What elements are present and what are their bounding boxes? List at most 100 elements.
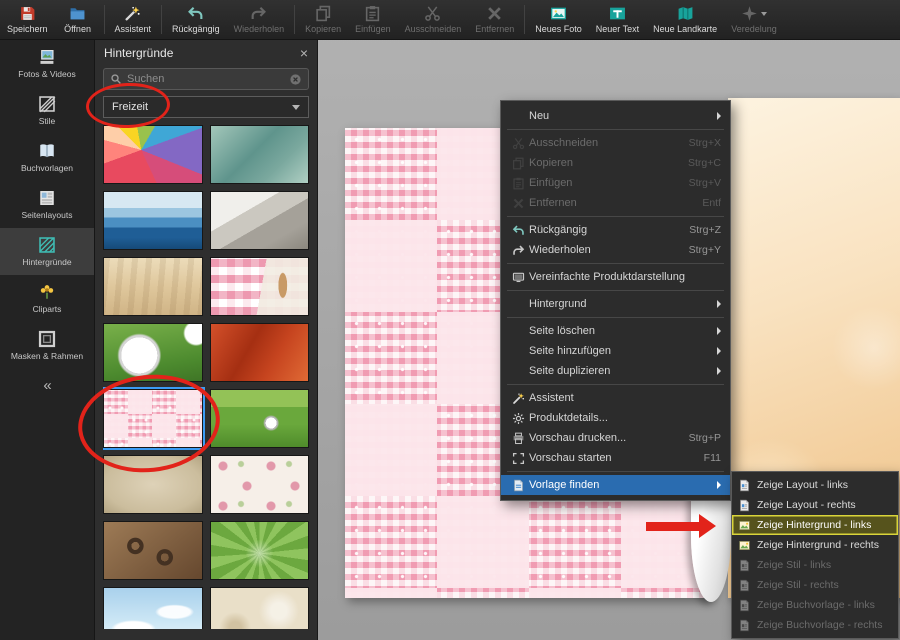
undo-icon [187,5,204,22]
toolbar-button-oeffnen[interactable]: Öffnen [55,0,101,39]
menu-item-wiederholen[interactable]: WiederholenStrg+Y [501,240,730,260]
close-icon[interactable]: × [300,46,308,60]
toolbar-button-wiederholen: Wiederholen [227,0,292,39]
toolbar-button-kopieren: Kopieren [298,0,348,39]
gear-icon [507,412,529,425]
toolbar-button-speichern[interactable]: Speichern [0,0,55,39]
submenu-item-zeige-stil-rechts: Zeige Stil - rechts [732,575,898,595]
wand-icon [507,392,529,405]
sparkle-icon [741,5,767,22]
submenu-item-label: Zeige Layout - links [757,479,848,491]
menu-item-entfernen: EntfernenEntf [501,193,730,213]
scissors-icon [507,137,529,150]
soccer-image [104,324,202,381]
thumbnail-pink-gingham[interactable] [210,257,310,316]
new-map-icon [677,5,694,22]
clear-search-icon[interactable] [289,73,302,86]
pink-gingham-image [211,258,309,315]
menu-item-seite-loeschen[interactable]: Seite löschen [501,321,730,341]
menu-separator [507,471,724,472]
submenu-item-zeige-hintergrund-links[interactable]: Zeige Hintergrund - links [732,515,898,535]
search-input[interactable] [127,73,284,85]
toolbar-button-assistent[interactable]: Assistent [108,0,159,39]
toolbar-button-entfernen: Entfernen [468,0,521,39]
thumbnail-red-texture[interactable] [210,323,310,382]
menu-item-assistent[interactable]: Assistent [501,388,730,408]
submenu-item-zeige-layout-rechts[interactable]: Zeige Layout - rechts [732,495,898,515]
menu-item-seite-duplizieren[interactable]: Seite duplizieren [501,361,730,381]
annotation-arrow [646,514,716,539]
menu-item-shortcut: Strg+C [688,157,721,169]
menu-item-end: Strg+P [689,432,721,444]
toolbar-button-ausschneiden: Ausschneiden [398,0,469,39]
sidebar-item-cliparts[interactable]: Cliparts [0,275,94,322]
sidebar-item-masken-rahmen[interactable]: Masken & Rahmen [0,322,94,369]
menu-item-neu[interactable]: Neu [501,106,730,126]
menu-item-label: Hintergrund [529,298,586,310]
menu-item-vorschau-starten[interactable]: Vorschau starten F11 [501,448,730,468]
sidebar-item-label: Masken & Rahmen [11,351,83,361]
submenu-item-zeige-hintergrund-rechts[interactable]: Zeige Hintergrund - rechts [732,535,898,555]
menu-item-end [717,300,721,308]
menu-item-rueckgaengig[interactable]: RückgängigStrg+Z [501,220,730,240]
annotation-arrow-head [699,514,716,538]
page-layout-icon [738,499,751,512]
fullscreen-icon [507,452,529,465]
menu-item-end: Strg+Z [689,224,721,236]
toolbar-button-neue-landkarte[interactable]: Neue Landkarte [646,0,724,39]
thumbnail-beige-floral[interactable] [210,587,310,629]
thumbnail-ocean-wave[interactable] [103,191,203,250]
submenu-item-zeige-layout-links[interactable]: Zeige Layout - links [732,475,898,495]
thumbnail-sky-clouds[interactable] [103,587,203,629]
menu-item-vorschau-drucken[interactable]: Vorschau drucken...Strg+P [501,428,730,448]
menu-item-end [717,347,721,355]
toolbar-button-label: Entfernen [475,24,514,34]
printer-icon [507,432,529,445]
thumbnail-teal-texture[interactable] [210,125,310,184]
sidebar-item-hintergruende[interactable]: Hintergründe [0,228,94,275]
menu-item-end: F11 [704,452,721,464]
thumbnail-soccer[interactable] [103,323,203,382]
thumbnail-rainbow-rays[interactable] [103,125,203,184]
menu-item-end [717,112,721,120]
context-menu: NeuAusschneidenStrg+XKopierenStrg+CEinfü… [500,100,731,501]
toolbar-button-rueckgaengig[interactable]: Rückgängig [165,0,227,39]
rainbow-rays-image [104,126,202,183]
submenu-item-label: Zeige Stil - links [757,559,831,571]
submenu-arrow-icon [717,112,721,120]
teal-texture-image [211,126,309,183]
sidebar-item-fotos-videos[interactable]: Fotos & Videos [0,40,94,87]
thumbnail-horseshoes[interactable] [103,521,203,580]
sidebar-item-stile[interactable]: Stile [0,87,94,134]
menu-item-shortcut: Entf [702,197,721,209]
menu-item-end [717,327,721,335]
thumbnail-rose-pattern[interactable] [210,455,310,514]
menu-item-shortcut: Strg+P [689,432,721,444]
page-picture-icon [738,519,751,532]
sand-dunes-image [211,192,309,249]
toolbar-button-label: Assistent [115,24,152,34]
sidebar-item-seitenlayouts[interactable]: Seitenlayouts [0,181,94,228]
page-layout-icon [738,579,751,592]
menu-item-vorlage-finden[interactable]: Vorlage finden [501,475,730,495]
sidebar-collapse-button[interactable]: « [0,377,94,394]
sidebar-item-buchvorlagen[interactable]: Buchvorlagen [0,134,94,181]
menu-item-label: Vorschau starten [529,452,612,464]
toolbar-button-neues-foto[interactable]: Neues Foto [528,0,589,39]
template-submenu: Zeige Layout - links Zeige Layout - recht… [731,471,899,639]
thumbnail-green-rays[interactable] [210,521,310,580]
thumbnail-sand-dunes[interactable] [210,191,310,250]
menu-item-produktdetails[interactable]: Produktdetails... [501,408,730,428]
copy-icon [315,5,332,22]
menu-item-label: Seite hinzufügen [529,345,611,357]
toolbar-button-neuer-text[interactable]: Neuer Text [589,0,646,39]
delete-icon [486,5,503,22]
menu-item-vereinfachte-produktdarstellung[interactable]: Vereinfachte Produktdarstellung [501,267,730,287]
thumbnail-golf-grass[interactable] [210,389,310,448]
thumbnail-sand[interactable] [103,257,203,316]
page-layout-icon [738,479,751,492]
toolbar-button-label: Neue Landkarte [653,24,717,34]
menu-item-hintergrund[interactable]: Hintergrund [501,294,730,314]
menu-item-seite-hinzufuegen[interactable]: Seite hinzufügen [501,341,730,361]
clipart-icon [38,283,56,301]
